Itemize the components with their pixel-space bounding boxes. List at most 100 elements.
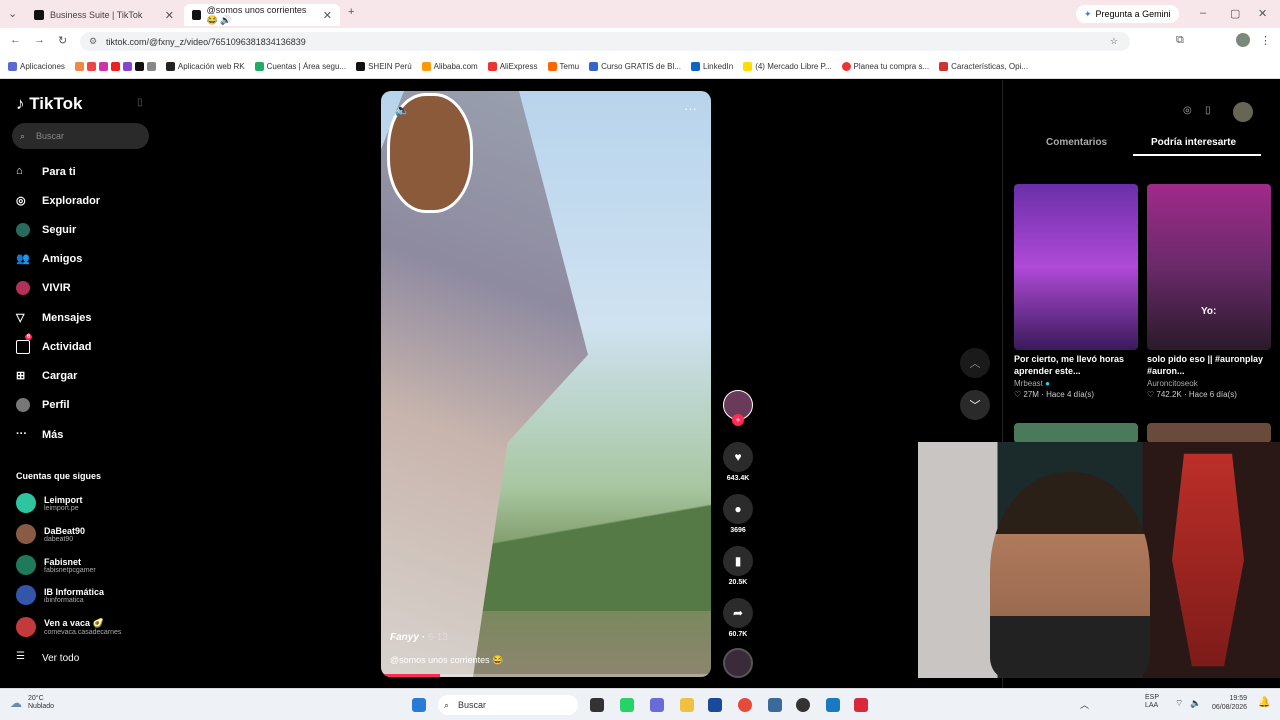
share-button[interactable]: ➦ 60.7K [722,598,754,638]
bookmark-item[interactable]: Planea tu compra s... [841,62,929,71]
browser-tab-active[interactable]: @somos unos corrientes 😂 🔊 ✕ [184,4,340,26]
close-tab-icon[interactable]: ✕ [165,9,174,22]
followed-account[interactable]: Ven a vaca 🥑 comevaca.casadecarnes [16,617,121,637]
file-explorer-icon[interactable] [680,698,694,712]
nav-item-seguir[interactable]: Seguir [16,223,76,237]
chrome-menu-icon[interactable]: ⋮ [1260,34,1271,47]
close-tab-icon[interactable]: ✕ [323,9,332,22]
video-player[interactable]: 🔈 ··· Fanyy · 6-13 @somos unos corriente… [381,91,711,677]
profile-avatar[interactable] [1236,33,1250,47]
bookmark-item[interactable]: (4) Mercado Libre P... [743,62,832,71]
minimize-icon[interactable]: – [1200,7,1206,19]
nav-item-actividad[interactable]: 6 Actividad [16,334,92,354]
search-input[interactable]: ⌕ Buscar [12,123,149,149]
clock[interactable]: 19:59 06/08/2026 [1212,694,1247,712]
keyboard-language[interactable]: ESP LAA [1145,694,1161,711]
nav-item-perfil[interactable]: Perfil [16,398,70,412]
account-username: leimport.pe [44,504,79,512]
nav-item-vivir[interactable]: VIVIR [16,281,71,295]
followed-account[interactable]: DaBeat90 dabeat90 [16,524,85,544]
account-name: IB Informática [44,586,105,597]
see-all-link[interactable]: ☰ Ver todo [16,651,79,665]
tab-podria-interesarte[interactable]: Podría interesarte [1151,137,1236,148]
video-caption[interactable]: @somos unos corrientes 😂 [390,655,503,666]
tab-menu-icon[interactable]: ⌄ [8,7,17,20]
volume-icon[interactable]: 🔈 [395,103,410,117]
save-button[interactable]: ▮ 20.5K [722,546,754,586]
suggested-video-card[interactable]: Yo: solo pido eso || #auronplay #auron..… [1147,184,1271,399]
volume-icon[interactable]: 🔈 [1190,698,1201,709]
tiktok-logo[interactable]: ♪ TikTok [16,94,82,114]
bookmark-item[interactable]: Aplicaciones [8,62,65,71]
device-icon[interactable]: ▯ [1205,105,1211,116]
tray-chevron-icon[interactable]: ︿ [1080,698,1089,711]
close-window-icon[interactable]: ✕ [1258,7,1267,20]
bookmark-item[interactable]: Cuentas | Área segu... [254,62,346,71]
coins-icon[interactable]: ◎ [1183,105,1192,116]
chrome-icon[interactable] [738,698,752,712]
extensions-icon[interactable]: ⧉ [1176,34,1184,47]
back-icon[interactable]: ← [10,34,21,46]
address-bar[interactable]: ⚙ tiktok.com/@fxny_z/video/7651096381834… [80,32,1130,51]
bookmark-star-icon[interactable]: ☆ [1110,36,1118,47]
obs-icon[interactable] [796,698,810,712]
store-icon[interactable] [708,698,722,712]
maximize-icon[interactable]: ▢ [1230,7,1240,20]
bookmark-item[interactable]: Aplicación web RK [165,62,245,71]
followed-account[interactable]: Fabisnet fabisnetpcgamer [16,555,96,575]
comment-button[interactable]: ● 3696 [722,494,754,534]
previous-video-button[interactable]: ︿ [960,348,990,378]
video-thumbnail[interactable] [1147,423,1271,443]
video-progress-bar[interactable] [381,674,711,677]
collapse-sidebar-icon[interactable]: ▯ [137,97,143,108]
heart-icon: ♥ [723,442,753,472]
followed-account[interactable]: Leimport leimport.pe [16,493,83,513]
bookmark-item[interactable]: LinkedIn [690,62,733,71]
bookmark-icons-group[interactable] [74,62,156,71]
site-info-icon[interactable]: ⚙ [89,36,97,47]
wifi-icon[interactable]: ⌔ [1175,698,1183,709]
nav-item-amigos[interactable]: 👥 Amigos [16,252,82,266]
copilot-icon[interactable] [650,698,664,712]
forward-icon[interactable]: → [34,34,45,46]
video-author[interactable]: Fanyy [390,632,419,643]
follow-plus-icon[interactable]: + [732,414,744,426]
tiktok-sidebar: ♪ TikTok ▯ ⌕ Buscar ⌂ Para ti ◎ Explorador… [0,80,160,688]
card-stats: ♡ 742.2K · Hace 6 día(s) [1147,390,1237,400]
browser-tab[interactable]: Business Suite | TikTok ✕ [26,4,182,26]
creator-avatar-button[interactable]: + [722,390,754,426]
windows-start-icon[interactable] [412,698,426,712]
bookmark-item[interactable]: Características, Opi... [939,62,1028,71]
bookmark-item[interactable]: SHEIN Perú [356,62,412,71]
app-icon[interactable] [826,698,840,712]
app-icon[interactable] [854,698,868,712]
suggested-video-card[interactable]: Por cierto, me llevó horas aprender este… [1014,184,1138,399]
reload-icon[interactable]: ↻ [58,34,67,47]
new-tab-button[interactable]: + [348,6,354,18]
video-thumbnail[interactable] [1014,423,1138,443]
next-video-button[interactable]: ﹀ [960,390,990,420]
gemini-button[interactable]: ✦ Pregunta a Gemini [1076,5,1179,23]
bookmark-item[interactable]: Temu [547,62,579,71]
followed-account[interactable]: IB Informática ibinformatica [16,585,104,605]
weather-widget[interactable]: ☁ 20°C Nublado [10,695,54,712]
nav-label: VIVIR [42,282,71,294]
taskbar-search[interactable]: ⌕ Buscar [438,695,578,715]
notifications-icon[interactable]: 🔔 [1258,697,1270,708]
user-avatar[interactable] [1233,102,1253,122]
more-options-icon[interactable]: ··· [684,101,697,116]
whatsapp-icon[interactable] [620,698,634,712]
music-disc-button[interactable] [722,648,754,678]
nav-item-mas[interactable]: ··· Más [16,428,63,442]
like-button[interactable]: ♥ 643.4K [722,442,754,482]
task-view-icon[interactable] [590,698,604,712]
bookmark-item[interactable]: AliExpress [487,62,538,71]
nav-item-explorador[interactable]: ◎ Explorador [16,194,100,208]
bookmark-item[interactable]: Alibaba.com [421,62,478,71]
tab-comentarios[interactable]: Comentarios [1046,137,1107,148]
nav-item-mensajes[interactable]: ▽ Mensajes [16,311,92,325]
nav-item-para-ti[interactable]: ⌂ Para ti [16,165,76,179]
nav-item-cargar[interactable]: ⊞ Cargar [16,369,77,383]
bookmark-item[interactable]: Curso GRATIS de Bl... [589,62,681,71]
app-icon[interactable] [768,698,782,712]
